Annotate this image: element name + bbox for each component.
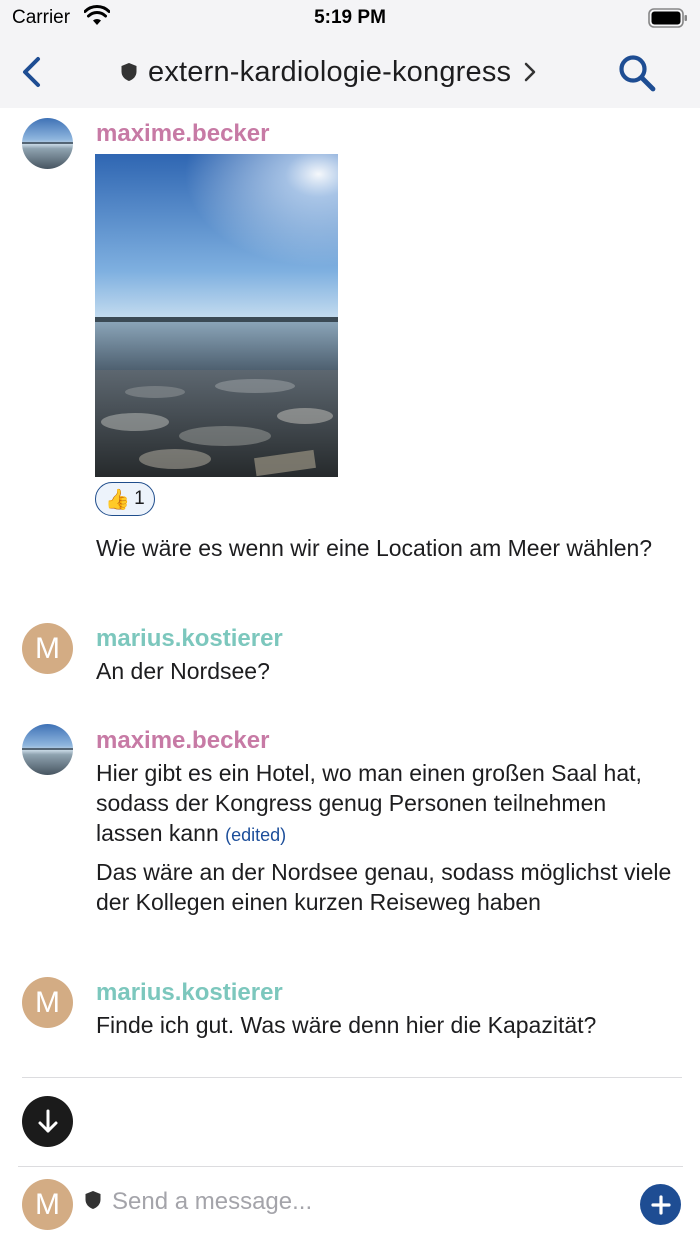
message-text: Das wäre an der Nordsee genau, sodass mö… (96, 859, 672, 915)
sea-photo-avatar (22, 142, 73, 144)
message-author[interactable]: marius.kostierer (96, 625, 283, 653)
edited-label: (edited) (225, 825, 287, 845)
message-author[interactable]: maxime.becker (96, 120, 269, 148)
chevron-right-icon (525, 62, 536, 82)
reaction-thumbs-up[interactable]: 👍 1 (95, 482, 155, 516)
message-text: Finde ich gut. Was wäre denn hier die Ka… (96, 1012, 597, 1038)
add-attachment-button[interactable] (640, 1184, 681, 1225)
message-text-edited: Hier gibt es ein Hotel, wo man einen gro… (96, 758, 676, 850)
status-bar: Carrier 5:19 PM (0, 0, 700, 36)
channel-title: extern-kardiologie-kongress (148, 55, 512, 88)
channel-header: extern-kardiologie-kongress (0, 36, 700, 108)
clock: 5:19 PM (314, 7, 386, 28)
sea-photo-avatar (22, 748, 73, 750)
avatar-marius-kostierer[interactable]: M (22, 623, 73, 674)
arrow-down-icon (38, 1109, 57, 1132)
composer-avatar[interactable]: M (22, 1179, 73, 1230)
message-author[interactable]: maxime.becker (96, 727, 269, 755)
avatar-maxime-becker[interactable] (22, 118, 73, 169)
shield-icon (121, 63, 137, 81)
message-input[interactable] (112, 1182, 622, 1222)
message-body: Hier gibt es ein Hotel, wo man einen gro… (96, 760, 642, 846)
message-text: An der Nordsee? (96, 658, 270, 684)
message-text: Wie wäre es wenn wir eine Location am Me… (96, 535, 653, 561)
scroll-to-bottom-button[interactable] (22, 1096, 73, 1147)
avatar-marius-kostierer[interactable]: M (22, 977, 73, 1028)
channel-title-button[interactable]: extern-kardiologie-kongress (120, 52, 537, 92)
reaction-count: 1 (134, 488, 145, 509)
message-author[interactable]: marius.kostierer (96, 979, 283, 1007)
shield-icon (85, 1191, 101, 1209)
shared-photo-beach[interactable] (95, 154, 338, 477)
divider (18, 1166, 683, 1167)
search-icon[interactable] (616, 52, 658, 94)
plus-icon (650, 1194, 671, 1215)
thumbs-up-icon: 👍 (105, 488, 131, 511)
battery-icon (648, 8, 687, 28)
avatar-maxime-becker[interactable] (22, 724, 73, 775)
divider (22, 1077, 682, 1078)
back-chevron-icon[interactable] (14, 52, 50, 92)
